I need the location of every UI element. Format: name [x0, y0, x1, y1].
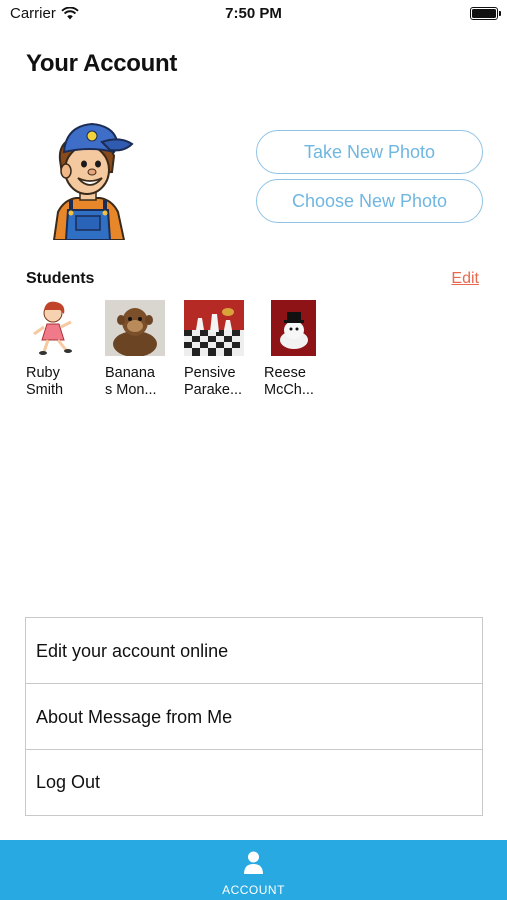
student-name: Banana s Mon...: [105, 365, 157, 398]
tab-account-label: ACCOUNT: [222, 883, 285, 897]
status-time: 7:50 PM: [225, 5, 282, 22]
take-new-photo-button[interactable]: Take New Photo: [256, 130, 483, 174]
student-photo: [184, 300, 244, 356]
person-icon: [244, 851, 263, 874]
student-photo: [271, 300, 316, 356]
students-heading: Students: [26, 270, 95, 287]
student-name: Reese McCh...: [264, 365, 314, 398]
avatar[interactable]: [40, 116, 136, 240]
student-avatar: [26, 300, 86, 356]
student-name: Ruby Smith: [26, 365, 64, 398]
student-item-bananas[interactable]: Banana s Mon...: [105, 300, 175, 399]
student-item-pensive[interactable]: Pensive Parake...: [184, 300, 254, 399]
account-menu: Edit your account online About Message f…: [25, 617, 483, 816]
edit-students-link[interactable]: Edit: [451, 270, 479, 288]
student-name: Pensive Parake...: [184, 365, 243, 398]
battery-icon: [470, 7, 501, 20]
page-title: Your Account: [26, 50, 178, 77]
choose-new-photo-button[interactable]: Choose New Photo: [256, 179, 483, 223]
student-item-ruby[interactable]: Ruby Smith: [26, 300, 96, 399]
tab-bar: ACCOUNT: [0, 840, 507, 900]
menu-item-edit-account[interactable]: Edit your account online: [26, 618, 482, 684]
menu-item-about[interactable]: About Message from Me: [26, 684, 482, 750]
student-item-reese[interactable]: Reese McCh...: [264, 300, 334, 399]
tab-account[interactable]: ACCOUNT: [0, 840, 507, 900]
account-screen: Carrier 7:50 PM Your Account Take New Ph…: [0, 0, 507, 900]
status-bar: Carrier 7:50 PM: [0, 0, 507, 28]
menu-item-log-out[interactable]: Log Out: [26, 750, 482, 815]
student-photo: [105, 300, 165, 357]
